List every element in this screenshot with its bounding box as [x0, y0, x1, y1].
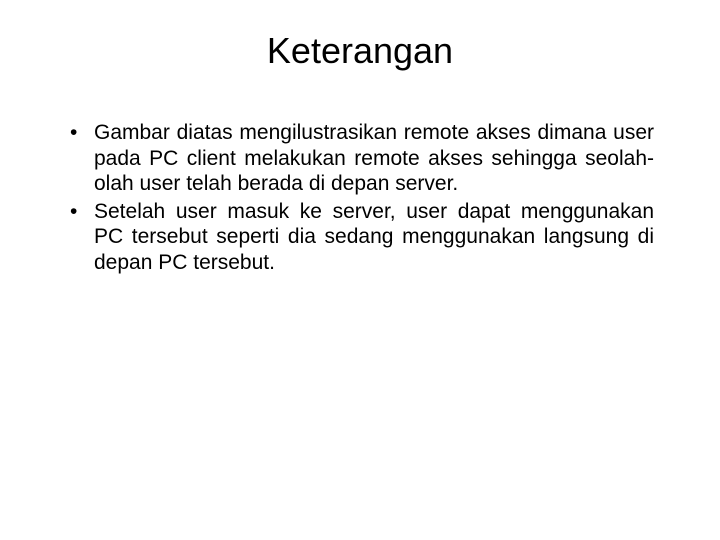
list-item: Gambar diatas mengilustrasikan remote ak…	[66, 120, 654, 197]
bullet-list: Gambar diatas mengilustrasikan remote ak…	[48, 120, 672, 276]
slide: Keterangan Gambar diatas mengilustrasika…	[0, 0, 720, 540]
list-item: Setelah user masuk ke server, user dapat…	[66, 199, 654, 276]
slide-title: Keterangan	[48, 30, 672, 72]
